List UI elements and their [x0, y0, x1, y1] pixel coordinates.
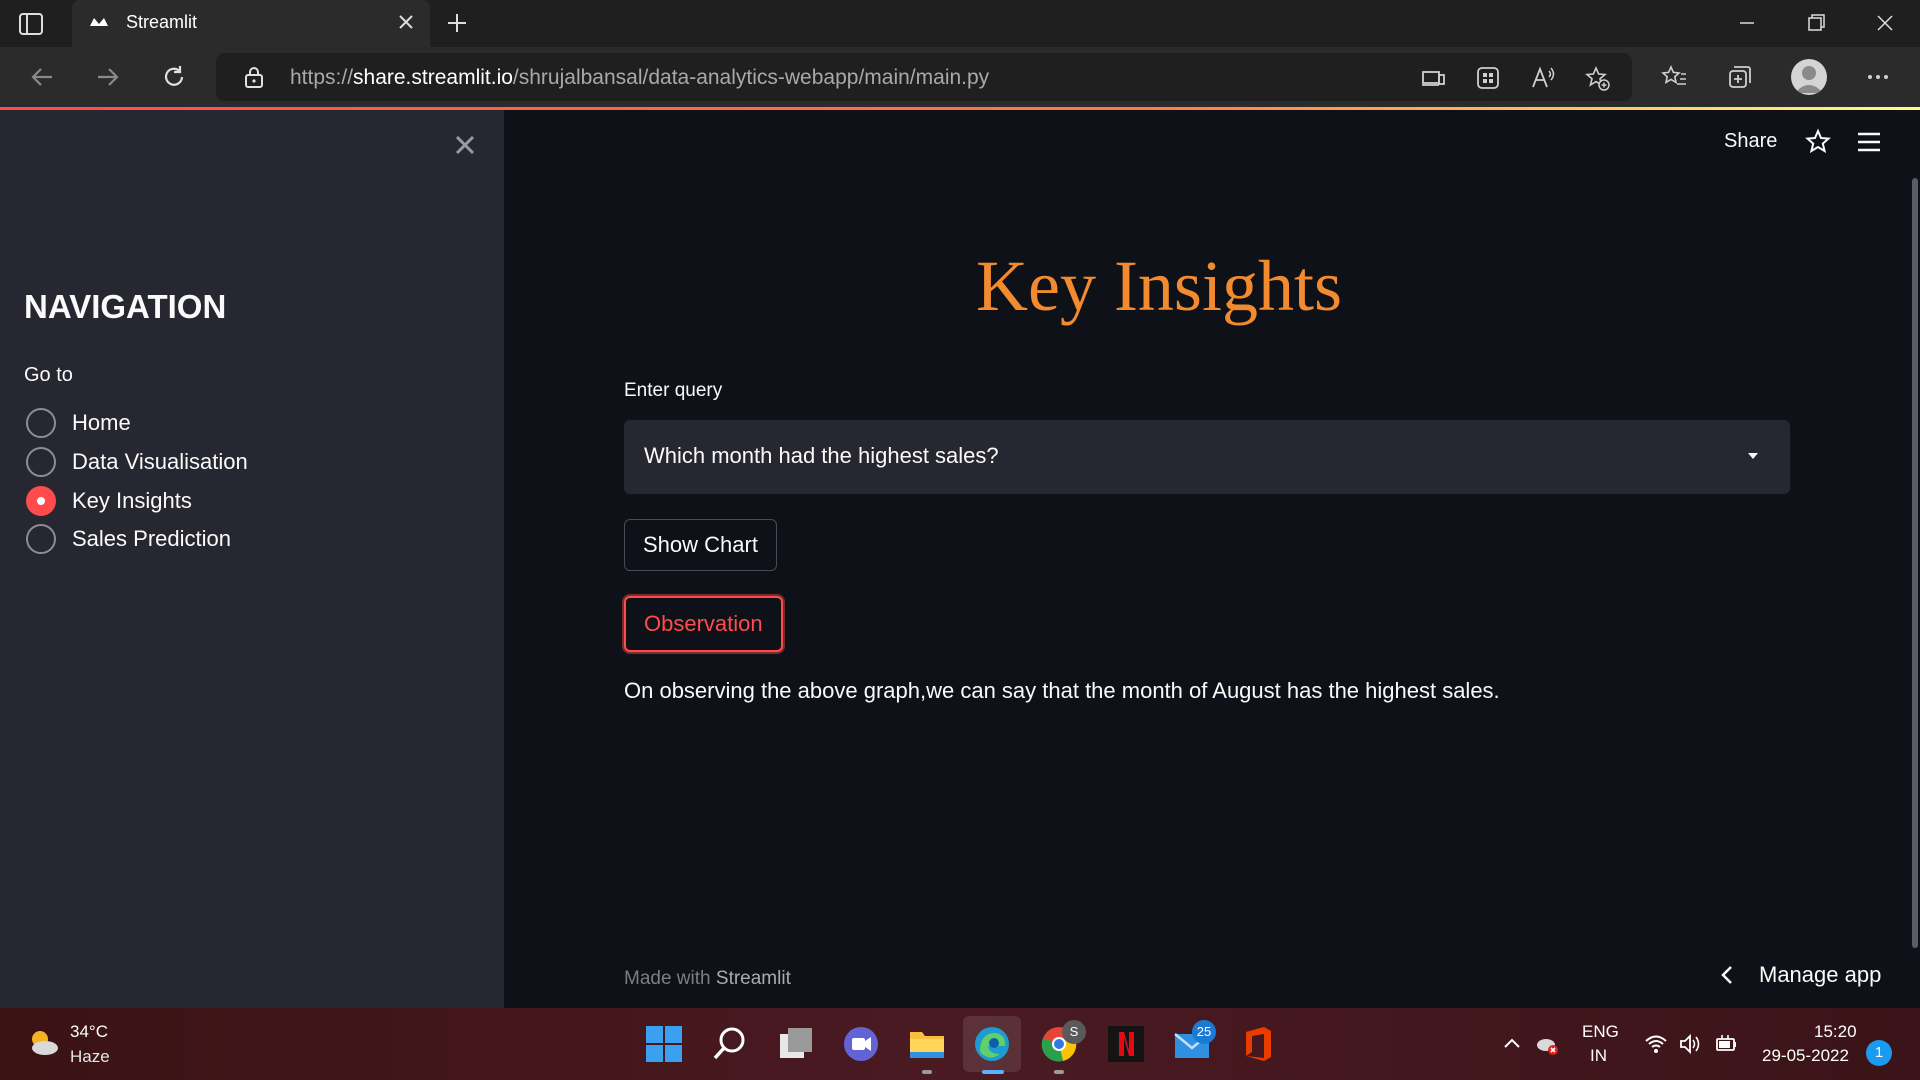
query-label: Enter query	[624, 380, 723, 401]
notification-badge[interactable]: 1	[1866, 1040, 1892, 1066]
task-view-icon[interactable]	[776, 1024, 816, 1064]
radio-button-selected[interactable]	[26, 486, 56, 516]
radio-button[interactable]	[26, 447, 56, 477]
wifi-icon[interactable]	[1644, 1032, 1668, 1056]
chrome-profile-badge: S	[1062, 1020, 1086, 1044]
file-explorer-icon[interactable]	[907, 1024, 947, 1064]
close-window-icon[interactable]	[1872, 10, 1898, 36]
sidebar-item-label: Key Insights	[72, 488, 192, 513]
taskbar: 34°C Haze S 25 ENG IN 15:20 29-05-2022 1	[0, 1008, 1920, 1080]
page-title: Key Insights	[976, 246, 1342, 326]
running-indicator	[922, 1070, 932, 1074]
active-indicator	[982, 1070, 1004, 1074]
device-icon[interactable]	[1420, 65, 1446, 91]
url-text: https://share.streamlit.io/shrujalbansal…	[290, 66, 990, 89]
minimize-icon[interactable]	[1734, 10, 1760, 36]
restore-icon[interactable]	[1803, 10, 1829, 36]
share-button[interactable]: Share	[1724, 130, 1777, 153]
profile-icon	[1795, 66, 1823, 93]
close-sidebar-icon[interactable]	[452, 132, 478, 158]
manage-app-button[interactable]: Manage app	[1719, 962, 1881, 988]
observation-button[interactable]: Observation	[624, 596, 783, 652]
query-select[interactable]: Which month had the highest sales?	[624, 420, 1790, 494]
radio-button[interactable]	[26, 408, 56, 438]
battery-icon[interactable]	[1714, 1032, 1738, 1056]
chat-icon[interactable]	[841, 1024, 881, 1064]
sidebar-title: NAVIGATION	[24, 288, 227, 325]
radio-button[interactable]	[26, 524, 56, 554]
profile-avatar[interactable]	[1791, 59, 1827, 95]
language-indicator[interactable]: ENG	[1582, 1022, 1619, 1042]
favorites-icon[interactable]	[1660, 63, 1688, 91]
mail-count-badge: 25	[1192, 1020, 1216, 1044]
forward-icon[interactable]	[94, 63, 122, 91]
sidebar-item-data-visualisation[interactable]: Data Visualisation	[26, 446, 248, 478]
footer-made-with: Made with Streamlit	[624, 968, 791, 989]
weather-description: Haze	[70, 1047, 110, 1066]
language-region: IN	[1590, 1046, 1607, 1065]
office-icon[interactable]	[1238, 1024, 1278, 1064]
radio-group-label: Go to	[24, 364, 73, 386]
url-field[interactable]: https://share.streamlit.io/shrujalbansal…	[216, 53, 1632, 101]
weather-icon[interactable]	[26, 1026, 60, 1058]
volume-icon[interactable]	[1678, 1032, 1702, 1056]
running-indicator	[1054, 1070, 1064, 1074]
edge-icon[interactable]	[972, 1024, 1012, 1064]
tab-title: Streamlit	[126, 12, 198, 32]
browser-tab-bar: Streamlit	[0, 0, 1920, 47]
star-icon[interactable]	[1804, 128, 1832, 156]
collections-icon[interactable]	[1726, 63, 1754, 91]
sidebar-item-home[interactable]: Home	[26, 407, 131, 439]
sidebar-item-label: Sales Prediction	[72, 526, 231, 551]
chevron-left-icon	[1721, 966, 1732, 984]
sidebar-item-label: Data Visualisation	[72, 449, 248, 474]
tab-actions-icon[interactable]	[18, 12, 44, 36]
apps-icon[interactable]	[1475, 65, 1501, 91]
chevron-up-icon[interactable]	[1500, 1032, 1524, 1056]
clock-time[interactable]: 15:20	[1814, 1022, 1857, 1042]
scrollbar[interactable]	[1912, 178, 1918, 948]
close-tab-icon[interactable]	[396, 12, 416, 32]
sidebar-item-sales-prediction[interactable]: Sales Prediction	[26, 523, 231, 555]
observation-text: On observing the above graph,we can say …	[624, 678, 1500, 703]
manage-app-label: Manage app	[1759, 962, 1882, 987]
main-content: Share Key Insights Enter query Which mon…	[504, 110, 1920, 1008]
lock-icon[interactable]	[244, 66, 264, 88]
more-options-icon[interactable]	[1864, 63, 1892, 91]
browser-tab[interactable]: Streamlit	[72, 0, 430, 47]
refresh-icon[interactable]	[160, 63, 188, 91]
sidebar: NAVIGATION Go to Home Data Visualisation…	[0, 110, 504, 1008]
streamlit-favicon-icon	[90, 18, 108, 26]
clock-date[interactable]: 29-05-2022	[1762, 1046, 1849, 1066]
add-favorite-icon[interactable]	[1584, 65, 1610, 91]
new-tab-icon[interactable]	[445, 11, 469, 35]
back-icon[interactable]	[28, 63, 56, 91]
hamburger-menu-icon[interactable]	[1856, 130, 1882, 154]
start-icon[interactable]	[644, 1024, 684, 1064]
weather-temperature: 34°C	[70, 1022, 108, 1041]
netflix-icon[interactable]	[1106, 1024, 1146, 1064]
show-chart-button[interactable]: Show Chart	[624, 519, 777, 571]
sidebar-item-key-insights[interactable]: Key Insights	[26, 485, 192, 517]
onedrive-error-icon[interactable]	[1535, 1032, 1559, 1056]
chevron-down-icon	[1748, 453, 1758, 459]
read-aloud-icon[interactable]	[1530, 65, 1556, 91]
query-select-value: Which month had the highest sales?	[644, 443, 999, 468]
address-bar: https://share.streamlit.io/shrujalbansal…	[0, 47, 1920, 107]
search-icon[interactable]	[710, 1024, 750, 1064]
sidebar-item-label: Home	[72, 410, 131, 435]
